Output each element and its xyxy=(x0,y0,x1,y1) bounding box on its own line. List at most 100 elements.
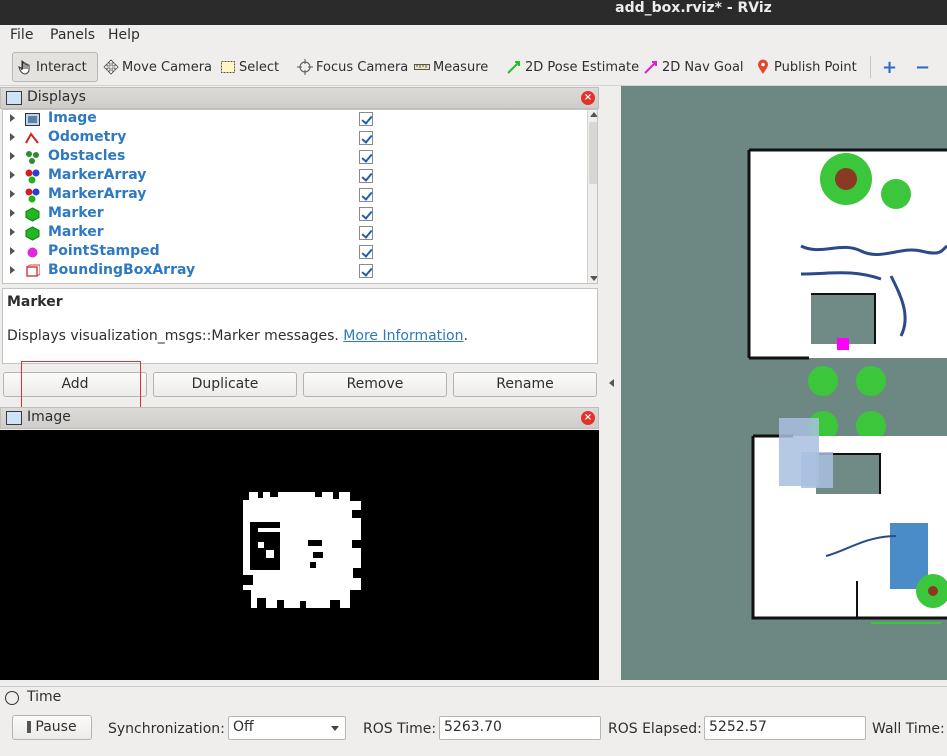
remove-button[interactable]: Remove xyxy=(303,372,447,397)
pause-label: Pause xyxy=(35,719,77,735)
point-icon xyxy=(25,245,40,260)
sync-label: Synchronization: xyxy=(108,721,225,737)
description-title: Marker xyxy=(7,294,63,310)
display-row-marker-array-2[interactable]: MarkerArray xyxy=(3,186,587,205)
scrollbar-thumb[interactable] xyxy=(589,122,597,184)
close-icon[interactable]: × xyxy=(581,91,595,105)
displays-title: Displays xyxy=(27,89,86,105)
interact-tool-button[interactable]: Interact xyxy=(12,52,98,82)
display-row-odometry[interactable]: Odometry xyxy=(3,129,587,148)
display-row-obstacles[interactable]: Obstacles xyxy=(3,148,587,167)
map-pin-icon xyxy=(755,59,771,75)
expand-arrow-icon[interactable] xyxy=(10,133,15,141)
display-row-point-stamped[interactable]: PointStamped xyxy=(3,243,587,262)
pose-estimate-label: 2D Pose Estimate xyxy=(525,59,640,75)
ros-time-label: ROS Time: xyxy=(363,721,437,737)
description-body: Displays visualization_msgs::Marker mess… xyxy=(7,328,344,344)
clock-icon xyxy=(5,691,19,705)
sync-value: Off xyxy=(233,719,254,735)
display-row-bounding-box-array[interactable]: BoundingBoxArray xyxy=(3,262,587,281)
collapse-arrow-icon[interactable] xyxy=(609,379,614,387)
move-camera-icon xyxy=(103,59,119,75)
menu-bar: File Panels Help xyxy=(0,25,947,48)
description-end: . xyxy=(463,328,468,344)
duplicate-button[interactable]: Duplicate xyxy=(153,372,297,397)
pause-button[interactable]: Pause xyxy=(12,715,92,740)
toolbar-divider xyxy=(870,56,871,78)
bounding-box-icon xyxy=(25,264,41,279)
scroll-up-icon[interactable] xyxy=(590,112,597,117)
display-checkbox[interactable] xyxy=(359,150,373,164)
wall-time-label: Wall Time: xyxy=(872,721,945,737)
display-description: Marker Displays visualization_msgs::Mark… xyxy=(2,288,598,364)
tree-scrollbar[interactable] xyxy=(587,110,597,283)
odometry-icon xyxy=(25,131,40,146)
expand-arrow-icon[interactable] xyxy=(10,247,15,255)
expand-arrow-icon[interactable] xyxy=(10,114,15,122)
display-label: Marker xyxy=(48,205,104,221)
move-camera-label: Move Camera xyxy=(122,59,213,75)
display-checkbox[interactable] xyxy=(359,188,373,202)
display-label: Odometry xyxy=(48,129,127,145)
measure-label: Measure xyxy=(433,59,489,75)
3d-viewport[interactable] xyxy=(621,86,947,680)
display-row-marker[interactable]: Marker xyxy=(3,205,587,224)
rename-button[interactable]: Rename xyxy=(453,372,597,397)
ros-time-field[interactable]: 5263.70 xyxy=(439,716,601,740)
expand-arrow-icon[interactable] xyxy=(10,228,15,236)
display-checkbox[interactable] xyxy=(359,207,373,221)
image-panel-title: Image xyxy=(27,409,71,425)
move-camera-button[interactable]: Move Camera xyxy=(103,52,212,82)
display-checkbox[interactable] xyxy=(359,226,373,240)
display-checkbox[interactable] xyxy=(359,245,373,259)
menu-file[interactable]: File xyxy=(10,27,33,43)
title-bar: add_box.rviz* - RViz xyxy=(0,0,947,25)
publish-point-label: Publish Point xyxy=(774,59,857,75)
pose-estimate-button[interactable]: 2D Pose Estimate xyxy=(506,52,639,82)
image-view xyxy=(0,430,599,680)
add-tool-button[interactable]: + xyxy=(882,52,897,82)
menu-help[interactable]: Help xyxy=(108,27,140,43)
expand-arrow-icon[interactable] xyxy=(10,171,15,179)
displays-tree[interactable]: Image Odometry Obstacles MarkerArray Mar… xyxy=(2,109,598,284)
more-information-link[interactable]: More Information xyxy=(343,328,463,344)
focus-camera-label: Focus Camera xyxy=(316,59,409,75)
display-checkbox[interactable] xyxy=(359,112,373,126)
remove-tool-button[interactable]: − xyxy=(915,52,930,82)
scroll-down-icon[interactable] xyxy=(590,276,597,281)
display-label: Obstacles xyxy=(48,148,126,164)
focus-camera-button[interactable]: Focus Camera xyxy=(297,52,408,82)
display-row-marker-2[interactable]: Marker xyxy=(3,224,587,243)
expand-arrow-icon[interactable] xyxy=(10,152,15,160)
sync-select[interactable]: Off xyxy=(228,716,346,740)
expand-arrow-icon[interactable] xyxy=(10,209,15,217)
measure-tool-button[interactable]: Measure xyxy=(414,52,488,82)
display-row-image[interactable]: Image xyxy=(3,110,587,129)
focus-camera-icon xyxy=(297,59,313,75)
pause-icon xyxy=(27,721,32,733)
obstacles-icon xyxy=(25,150,40,165)
marker-array-icon xyxy=(25,188,40,203)
close-icon[interactable]: × xyxy=(581,411,595,425)
menu-panels[interactable]: Panels xyxy=(50,27,95,43)
display-label: Image xyxy=(48,110,97,126)
description-text: Displays visualization_msgs::Marker mess… xyxy=(7,328,468,344)
display-row-marker-array[interactable]: MarkerArray xyxy=(3,167,587,186)
display-checkbox[interactable] xyxy=(359,264,373,278)
display-label: PointStamped xyxy=(48,243,160,259)
ros-elapsed-field[interactable]: 5252.57 xyxy=(704,716,866,740)
expand-arrow-icon[interactable] xyxy=(10,190,15,198)
display-checkbox[interactable] xyxy=(359,131,373,145)
image-panel-header: Image × xyxy=(0,407,599,429)
marker-array-icon xyxy=(25,169,40,184)
publish-point-button[interactable]: Publish Point xyxy=(755,52,857,82)
select-label: Select xyxy=(239,59,280,75)
display-label: MarkerArray xyxy=(48,167,147,183)
nav-goal-button[interactable]: 2D Nav Goal xyxy=(643,52,744,82)
expand-arrow-icon[interactable] xyxy=(10,266,15,274)
nav-goal-label: 2D Nav Goal xyxy=(662,59,744,75)
display-checkbox[interactable] xyxy=(359,169,373,183)
interact-label: Interact xyxy=(36,59,87,75)
select-tool-button[interactable]: Select xyxy=(220,52,279,82)
display-label: MarkerArray xyxy=(48,186,147,202)
